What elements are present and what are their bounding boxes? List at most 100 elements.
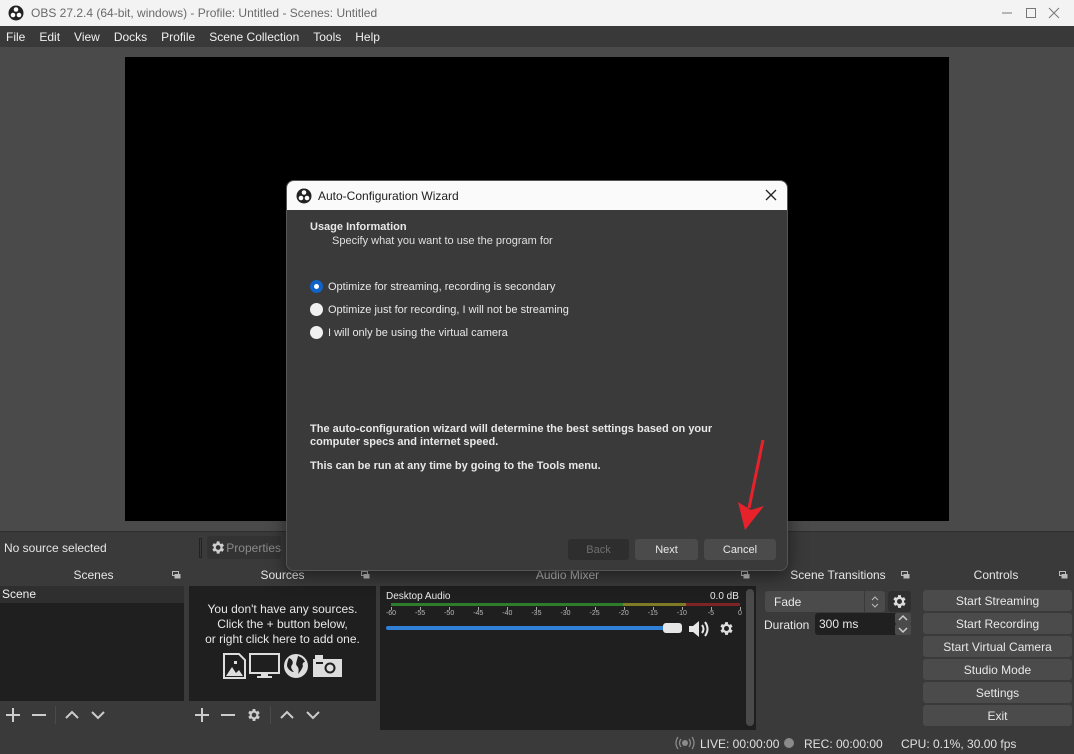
info-line: computer specs and internet speed. [310,436,499,448]
duration-spinner[interactable] [895,613,911,635]
plus-icon [195,708,209,722]
remove-source-button[interactable] [215,703,241,727]
menu-profile[interactable]: Profile [155,30,203,44]
add-source-button[interactable] [189,703,215,727]
transition-select[interactable]: Fade [765,591,885,612]
no-source-label: No source selected [4,541,107,555]
meter-tick-label: -60 [385,610,397,617]
volume-slider-track[interactable] [386,626,672,630]
undock-icon[interactable] [172,571,181,579]
display-icon [248,653,280,678]
meter-tick-label: -35 [531,610,542,617]
toolbar-divider [270,706,271,724]
dialog-titlebar: Auto-Configuration Wizard [287,181,787,210]
duration-input[interactable]: 300 ms [815,613,902,635]
meter-scale: -60 -55 -50 -45 -40 -35 -30 -25 -20 -15 -10 -5 0 [380,607,756,621]
audio-mixer-panel: Desktop Audio 0.0 dB -60 -55 -50 -45 -40 -35-… [380,586,756,730]
scene-transitions-dock: Scene Transitions Fade Duration 300 ms [760,564,916,732]
volume-slider-handle[interactable] [663,623,682,633]
option-streaming-radio[interactable]: Optimize for streaming, recording is sec… [310,280,555,293]
meter-yellow-segment [623,603,686,606]
next-button[interactable]: Next [635,539,698,560]
studio-mode-button[interactable]: Studio Mode [923,659,1072,680]
source-type-icons [189,653,376,679]
properties-button[interactable]: Properties [207,536,281,559]
chevron-down-icon [91,711,105,720]
option-virtual-camera-radio[interactable]: I will only be using the virtual camera [310,326,508,339]
meter-tick-label: -40 [502,610,513,617]
scenes-dock: Scenes Scene [0,564,187,732]
scenes-dock-header: Scenes [0,564,187,586]
menu-scene-collection[interactable]: Scene Collection [203,30,307,44]
mixer-scrollbar[interactable] [746,589,754,726]
gear-icon[interactable] [718,620,735,637]
globe-icon [283,654,308,678]
close-icon[interactable] [763,187,779,203]
controls-dock-header: Controls [918,564,1074,586]
cancel-button[interactable]: Cancel [704,539,776,560]
menu-view[interactable]: View [68,30,108,44]
option-label: Optimize just for recording, I will not … [328,303,569,316]
option-recording-radio[interactable]: Optimize just for recording, I will not … [310,303,569,316]
undock-icon[interactable] [741,571,750,579]
chevron-up-icon [280,710,294,719]
spin-down-icon[interactable] [895,624,911,635]
gear-icon [893,595,906,608]
back-button[interactable]: Back [568,539,629,560]
image-icon [222,653,246,679]
speaker-icon[interactable] [688,620,710,638]
source-properties-button[interactable] [241,703,267,727]
remove-scene-button[interactable] [26,703,52,727]
properties-label: Properties [226,540,281,555]
move-source-up-button[interactable] [274,703,300,727]
meter-tick-label: -30 [560,610,571,617]
undock-icon[interactable] [901,571,910,579]
move-source-down-button[interactable] [300,703,326,727]
camera-icon [312,655,342,677]
menu-help[interactable]: Help [349,30,388,44]
start-virtual-camera-button[interactable]: Start Virtual Camera [923,636,1072,657]
minus-icon [221,714,235,716]
meter-tick-label: -10 [676,610,687,617]
menu-tools[interactable]: Tools [307,30,349,44]
settings-button[interactable]: Settings [923,682,1072,703]
window-titlebar: OBS 27.2.4 (64-bit, windows) - Profile: … [0,0,1074,26]
add-scene-button[interactable] [0,703,26,727]
scene-item[interactable]: Scene [0,586,184,603]
meter-tick-label: -15 [647,610,658,617]
start-recording-button[interactable]: Start Recording [923,613,1072,634]
meter-tick-label: -45 [473,610,484,617]
spin-up-icon[interactable] [895,613,911,624]
undock-icon[interactable] [361,571,370,579]
option-label: I will only be using the virtual camera [328,326,508,339]
exit-button[interactable]: Exit [923,705,1072,726]
move-scene-down-button[interactable] [85,703,111,727]
scenes-list[interactable]: Scene [0,586,184,701]
plus-icon [6,708,20,722]
move-scene-up-button[interactable] [59,703,85,727]
gear-icon [212,541,224,554]
minus-icon [32,714,46,716]
window-title: OBS 27.2.4 (64-bit, windows) - Profile: … [31,6,378,20]
close-window-button[interactable] [1031,0,1074,26]
start-streaming-button[interactable]: Start Streaming [923,590,1072,611]
scenes-title: Scenes [73,568,114,582]
undock-icon[interactable] [1059,571,1068,579]
meter-tick-label: -20 [618,610,629,617]
live-timer: LIVE: 00:00:00 [700,737,780,751]
gear-icon [248,709,260,721]
transition-properties-button[interactable] [888,591,911,612]
scenes-toolbar [0,703,111,727]
sources-list[interactable]: You don't have any sources. Click the + … [189,586,376,701]
menu-bar: File Edit View Docks Profile Scene Colle… [0,26,1074,47]
menu-docks[interactable]: Docks [108,30,155,44]
menu-edit[interactable]: Edit [33,30,68,44]
sources-empty-line: or right click here to add one. [205,632,360,646]
annotation-arrow-icon [738,439,765,530]
menu-file[interactable]: File [0,30,33,44]
sources-toolbar [189,703,326,727]
dialog-body: Usage Information Specify what you want … [287,210,787,570]
chevron-up-icon [65,710,79,719]
sources-empty-line: You don't have any sources. [207,602,358,616]
toolbar-separator [199,538,202,558]
